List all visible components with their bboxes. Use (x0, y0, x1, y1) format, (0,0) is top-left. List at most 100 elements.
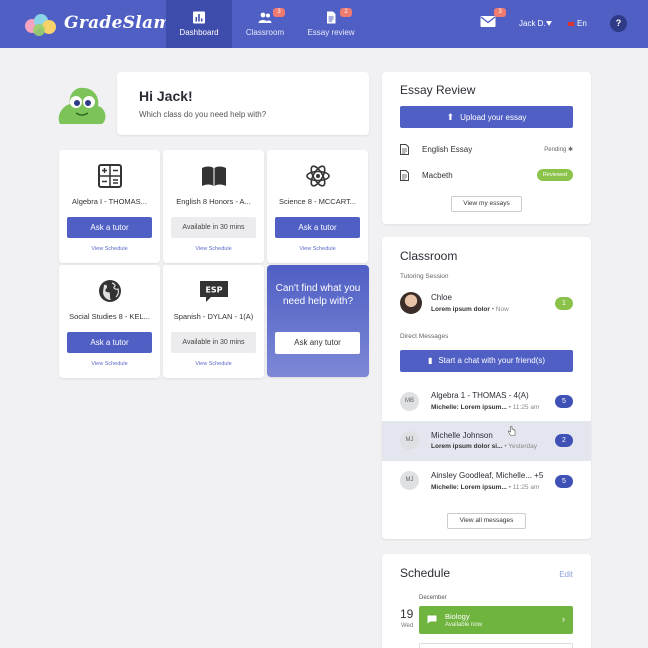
ask-any-tutor-button[interactable]: Ask any tutor (275, 332, 360, 354)
mail-badge: 3 (494, 8, 506, 17)
message-item[interactable]: MJ Ainsley Goodleaf, Michelle... +5 Mich… (382, 461, 591, 501)
view-schedule-link[interactable]: View Schedule (163, 246, 264, 252)
start-chat-button[interactable]: ▮ Start a chat with your friend(s) (400, 350, 573, 372)
esp-icon-text: ESP (205, 286, 222, 295)
conversation-title: Algebra 1 - THOMAS - 4(A) (431, 391, 529, 400)
essay-status-badge: Reviewed (537, 169, 573, 181)
message-time: 11:25 am (512, 484, 540, 491)
ask-tutor-button[interactable]: Ask a tutor (67, 332, 152, 353)
hand-cursor-icon (508, 426, 516, 436)
upload-essay-label: Upload your essay (460, 113, 527, 122)
avatar: MJ (400, 431, 419, 450)
unread-count: 1 (555, 297, 573, 310)
view-schedule-link[interactable]: View Schedule (59, 361, 160, 367)
message-sender: Michelle: (431, 404, 459, 411)
tutoring-session-label: Tutoring Session (400, 273, 449, 280)
schedule-event[interactable]: Biology Available now › (419, 606, 573, 634)
help-button[interactable]: ? (610, 15, 627, 32)
tab-dashboard[interactable]: Dashboard (166, 0, 232, 48)
cant-find-text: Can't find what you need help with? (275, 283, 361, 307)
classroom-badge: 3 (273, 8, 285, 17)
message-time: 11:25 am (512, 404, 540, 411)
mail-icon[interactable] (480, 15, 496, 28)
essay-item[interactable]: English Essay Pending ✱ (400, 143, 573, 157)
document-icon (327, 11, 336, 24)
document-icon (400, 144, 409, 155)
message-time: Yesterday (508, 443, 537, 450)
class-card-science: Science 8 - MCCART... Ask a tutor View S… (267, 150, 368, 263)
view-all-messages-button[interactable]: View all messages (447, 513, 526, 529)
mascot-icon (58, 87, 106, 124)
edit-schedule-link[interactable]: Edit (559, 570, 573, 579)
greeting-subtitle: Which class do you need help with? (139, 110, 267, 119)
essay-badge: 2 (340, 8, 352, 17)
unread-count: 5 (555, 475, 573, 488)
avatar (400, 292, 422, 314)
event-status: Available now (445, 622, 482, 628)
user-menu[interactable]: Jack D. (519, 19, 546, 28)
schedule-day: 19 (400, 607, 414, 621)
atom-icon (305, 165, 330, 187)
essay-name: Macbeth (422, 171, 453, 180)
class-card-algebra: Algebra I - THOMAS... Ask a tutor View S… (59, 150, 160, 263)
esp-icon: ESP (199, 281, 228, 302)
message-preview: Lorem ipsum... (460, 404, 507, 411)
people-icon (258, 12, 272, 23)
greeting-card: Hi Jack! Which class do you need help wi… (117, 72, 369, 135)
message-preview: Lorem ipsum dolor si... (431, 443, 503, 450)
book-icon (201, 166, 226, 186)
view-my-essays-button[interactable]: View my essays (451, 196, 522, 212)
classroom-card: Classroom Tutoring Session Chloe Lorem i… (382, 237, 591, 539)
cant-find-card: Can't find what you need help with? Ask … (267, 265, 369, 377)
essay-name: English Essay (422, 145, 473, 154)
schedule-card: Schedule Edit December 19 Wed Biology Av… (382, 554, 591, 648)
start-chat-label: Start a chat with your friend(s) (438, 356, 546, 365)
conversation-title: Michelle Johnson (431, 431, 493, 440)
tab-classroom[interactable]: 3 Classroom (232, 0, 298, 48)
class-card-english: English 8 Honors - A... Available in 30 … (163, 150, 264, 263)
flag-icon (568, 21, 574, 26)
language-selector[interactable]: En (568, 19, 587, 28)
direct-messages-label: Direct Messages (400, 333, 449, 340)
tab-classroom-label: Classroom (245, 28, 285, 37)
class-name: Science 8 - MCCART... (279, 197, 356, 206)
message-item[interactable]: MB Algebra 1 - THOMAS - 4(A) Michelle: L… (382, 382, 591, 422)
unread-count: 5 (555, 395, 573, 408)
message-item[interactable]: MJ Michelle Johnson Lorem ipsum dolor si… (382, 421, 591, 461)
chevron-right-icon: › (562, 614, 565, 624)
app-logo-text[interactable]: GradeSlam (64, 13, 172, 33)
class-name: Algebra I - THOMAS... (72, 197, 147, 206)
tutor-message: Lorem ipsum dolor (431, 306, 490, 313)
class-name: Spanish - DYLAN - 1(A) (173, 312, 254, 321)
greeting-title: Hi Jack! (139, 88, 193, 104)
chat-icon (427, 615, 437, 624)
view-schedule-link[interactable]: View Schedule (267, 246, 368, 252)
tab-essay-review-label: Essay review (307, 28, 355, 37)
upload-essay-button[interactable]: ⬆ Upload your essay (400, 106, 573, 128)
message-preview: Lorem ipsum... (460, 484, 507, 491)
essay-status: Pending ✱ (544, 146, 573, 153)
ask-tutor-button[interactable]: Ask a tutor (67, 217, 152, 238)
class-name: Social Studies 8 - KEL... (69, 312, 150, 321)
upload-icon: ⬆ (446, 112, 455, 122)
calculator-icon (97, 164, 122, 188)
essay-item[interactable]: Macbeth Reviewed (400, 169, 573, 183)
chart-icon (193, 11, 205, 24)
chevron-down-icon[interactable] (546, 21, 552, 26)
availability-status: Available in 30 mins (171, 217, 256, 238)
tab-essay-review[interactable]: 2 Essay review (298, 0, 364, 48)
class-card-spanish: ESP Spanish - DYLAN - 1(A) Available in … (163, 265, 264, 378)
essay-review-card: Essay Review ⬆ Upload your essay English … (382, 72, 591, 224)
schedule-weekday: Wed (401, 623, 414, 629)
globe-icon (98, 280, 121, 302)
view-schedule-link[interactable]: View Schedule (59, 246, 160, 252)
schedule-event[interactable] (419, 643, 573, 648)
ask-tutor-button[interactable]: Ask a tutor (275, 217, 360, 238)
top-bar: GradeSlam Dashboard 3 Classroom 2 Essay … (0, 0, 648, 48)
essay-status-label: Pending (544, 147, 567, 153)
logo-icon (25, 14, 56, 36)
unread-count: 2 (555, 434, 573, 447)
view-schedule-link[interactable]: View Schedule (163, 361, 264, 367)
event-title: Biology (445, 612, 470, 621)
availability-status: Available in 30 mins (171, 332, 256, 353)
